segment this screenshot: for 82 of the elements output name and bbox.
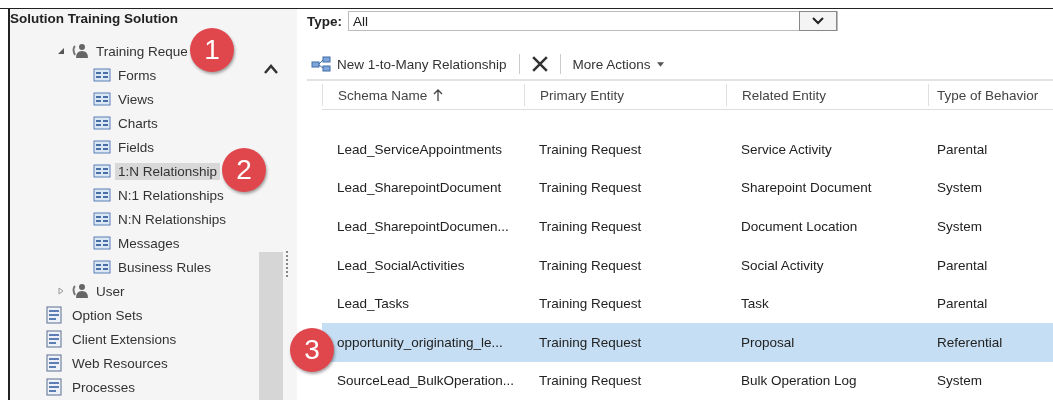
document-icon xyxy=(45,330,63,348)
table-cell-text: Sharepoint Document xyxy=(740,180,873,196)
table-cell-text: System xyxy=(936,180,983,196)
people-icon xyxy=(71,43,89,59)
table-cell-text: Training Request xyxy=(538,296,643,312)
tree-item[interactable]: Processes xyxy=(69,378,139,396)
tree-item[interactable]: Fields xyxy=(115,138,157,156)
table-cell-text: Task xyxy=(740,296,770,312)
list-icon xyxy=(93,67,111,83)
tree-item[interactable]: Business Rules xyxy=(115,258,215,276)
table-cell-text: SourceLead_BulkOperation... xyxy=(336,373,516,389)
list-icon xyxy=(93,259,111,275)
table-cell-text: Referential xyxy=(936,334,1004,350)
document-icon xyxy=(45,354,63,372)
solution-title: Solution Training Solution xyxy=(10,10,179,28)
relationship-icon xyxy=(311,56,331,72)
expander-icon[interactable] xyxy=(57,47,65,55)
table-cell-text: Social Activity xyxy=(740,257,825,273)
column-header[interactable]: Schema Name xyxy=(322,84,524,106)
table-cell-text: Parental xyxy=(936,296,989,312)
tree-item[interactable]: Training Reque xyxy=(93,42,191,60)
table-cell-text: Training Request xyxy=(538,180,643,196)
table-cell-text: Proposal xyxy=(740,334,796,350)
scrollbar-thumb[interactable] xyxy=(259,252,283,400)
tree-item[interactable]: Forms xyxy=(115,66,160,84)
table-cell-text: Parental xyxy=(936,257,989,273)
table-cell-text: Lead_Tasks xyxy=(336,296,411,312)
list-icon xyxy=(93,235,111,251)
tree-item[interactable]: Web Resources xyxy=(69,354,171,372)
table-cell-text: Training Request xyxy=(538,373,643,389)
table-cell-text: Lead_SharepointDocument xyxy=(336,180,503,196)
list-icon xyxy=(93,187,111,203)
table-cell-text: Training Request xyxy=(538,141,643,157)
column-header[interactable]: Type of Behavior xyxy=(928,84,1053,106)
chevron-down-icon xyxy=(812,17,824,25)
table-cell-text: Lead_SocialActivities xyxy=(336,257,466,273)
list-icon xyxy=(93,139,111,155)
collapse-chevron-icon[interactable] xyxy=(264,64,278,74)
caret-down-icon xyxy=(656,61,664,67)
table-row[interactable]: Lead_Tasks Training Request Task Parental xyxy=(322,284,1053,323)
tree-item[interactable]: Option Sets xyxy=(69,306,146,324)
dropdown-value: All xyxy=(352,13,370,29)
table-row[interactable]: Lead_SocialActivities Training Request Social Activity Parental xyxy=(322,245,1053,285)
list-icon xyxy=(93,115,111,131)
tree-item[interactable]: Client Extensions xyxy=(69,330,180,348)
tree-item[interactable]: Charts xyxy=(115,114,161,132)
column-header[interactable]: Primary Entity xyxy=(524,84,726,106)
table-row[interactable]: opportunity_originating_le... Training Request Proposal Referential xyxy=(322,322,1053,362)
document-icon xyxy=(45,306,63,324)
table-cell-text: Bulk Operation Log xyxy=(740,373,858,389)
tree-item[interactable]: Messages xyxy=(115,234,183,252)
table-cell-text: Training Request xyxy=(538,334,643,350)
type-label: Type: xyxy=(307,13,342,29)
tree-item[interactable]: N:N Relationships xyxy=(115,210,230,228)
tree-item[interactable]: 1:N Relationship xyxy=(115,162,221,180)
tree-item[interactable]: User xyxy=(93,282,128,300)
table-cell-text: System xyxy=(936,373,983,389)
table-cell-text: Lead_ServiceAppointments xyxy=(336,141,504,157)
table-row[interactable]: Lead_ServiceAppointments Training Request Service Activity Parental xyxy=(322,130,1053,169)
dropdown-button[interactable] xyxy=(799,11,837,31)
table-cell-text: Document Location xyxy=(740,219,859,234)
table-cell-text: System xyxy=(936,219,983,234)
list-icon xyxy=(93,211,111,227)
close-icon xyxy=(531,56,548,72)
table-cell-text: Service Activity xyxy=(740,141,833,157)
list-icon xyxy=(93,163,111,179)
list-icon xyxy=(93,91,111,107)
tree-item[interactable]: Views xyxy=(115,90,157,108)
table-row[interactable]: Lead_SharepointDocument Training Request Sharepoint Document System xyxy=(322,168,1053,208)
document-icon xyxy=(45,378,63,396)
table-cell-text: Training Request xyxy=(538,257,643,273)
table-cell-text: opportunity_originating_le... xyxy=(336,334,504,350)
table-cell-text: Training Request xyxy=(538,219,643,234)
column-header[interactable]: Related Entity xyxy=(726,84,928,106)
table-cell-text: Parental xyxy=(936,141,989,157)
type-dropdown[interactable]: All xyxy=(348,11,838,31)
table-cell-text: Lead_SharepointDocumen... xyxy=(336,219,510,234)
splitter-handle-icon[interactable] xyxy=(286,251,289,277)
more-actions-button[interactable]: More Actions xyxy=(568,56,668,72)
new-relationship-button[interactable]: New 1-to-Many Relationship xyxy=(307,56,511,72)
people-icon xyxy=(71,283,89,299)
table-row[interactable]: Lead_SharepointDocumen... Training Request Document Location System xyxy=(322,207,1053,246)
